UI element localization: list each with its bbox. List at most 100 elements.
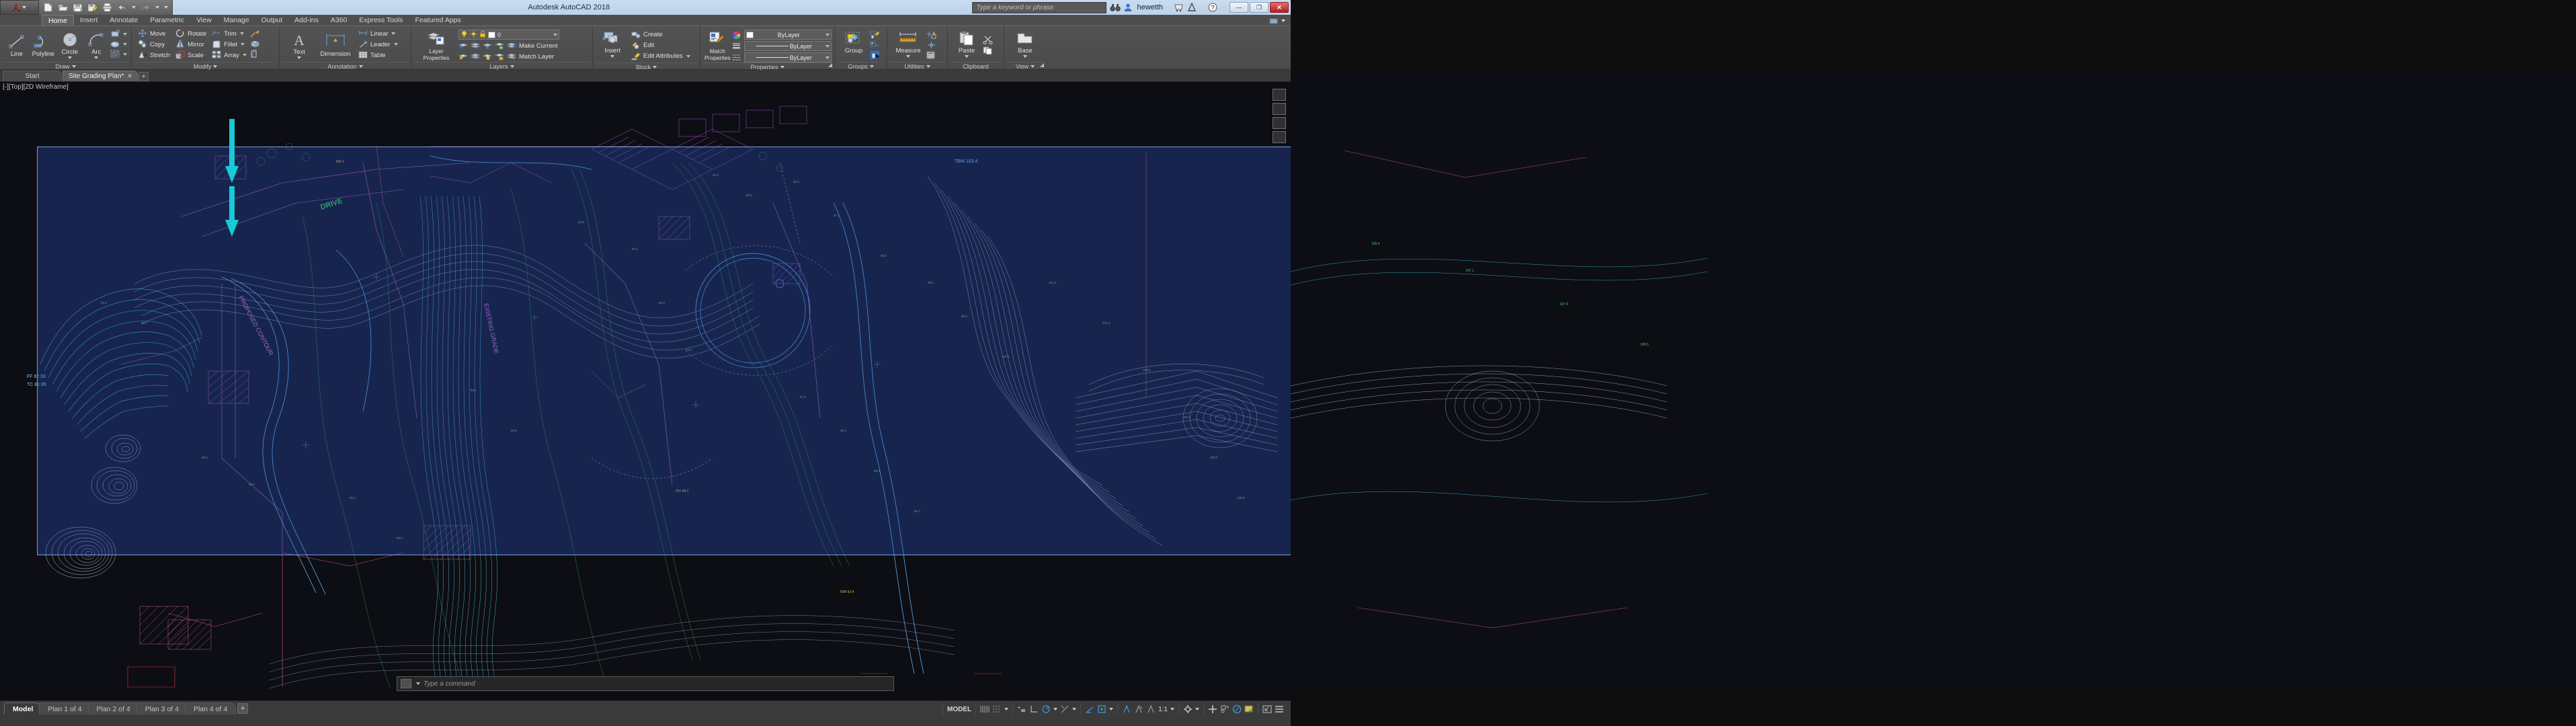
infocenter-expand-icon[interactable] [965, 5, 968, 9]
search-input[interactable]: Type a keyword or phrase [972, 2, 1106, 13]
lineweight-chevron-icon[interactable] [826, 45, 830, 48]
panel-title-utilities[interactable]: Utilities [889, 62, 945, 70]
customization-icon[interactable] [1275, 704, 1284, 714]
redo-icon[interactable] [140, 3, 151, 12]
base-dropdown-icon[interactable] [1023, 55, 1027, 58]
command-expand-icon[interactable] [416, 682, 420, 685]
workspace-dropdown-icon[interactable] [1195, 708, 1199, 711]
arc-dropdown-icon[interactable] [94, 56, 98, 59]
make-current-icon[interactable] [507, 41, 517, 50]
tab-output[interactable]: Output [255, 15, 289, 26]
autoscale-icon[interactable] [1134, 704, 1143, 714]
clean-screen-icon[interactable] [1244, 704, 1254, 714]
layer-isolate-icon[interactable] [458, 41, 469, 50]
panel-title-draw[interactable]: Draw [2, 62, 129, 70]
pan-icon[interactable] [1273, 103, 1286, 115]
paste-button[interactable]: Paste [952, 28, 981, 58]
rectangle-dropdown-icon[interactable] [123, 33, 127, 36]
snap-dropdown-icon[interactable] [1004, 708, 1008, 711]
object-snap-tracking-icon[interactable] [1060, 704, 1070, 714]
tab-a360[interactable]: A360 [325, 15, 354, 26]
properties-dialog-launcher-icon[interactable]: ◢ [828, 61, 832, 69]
tab-annotate[interactable]: Annotate [104, 15, 144, 26]
trim-dropdown-icon[interactable] [240, 32, 244, 35]
panel-title-layers[interactable]: Layers [413, 62, 590, 70]
selection-cycling-icon[interactable] [1232, 704, 1242, 714]
orbit-icon[interactable] [1273, 131, 1286, 143]
user-account-icon[interactable] [1123, 3, 1133, 12]
panel-title-clipboard[interactable]: Clipboard [950, 62, 1002, 70]
tab-addins[interactable]: Add-ins [288, 15, 325, 26]
layer-off-icon[interactable] [471, 41, 481, 50]
dimension-button[interactable]: Dimension [316, 32, 355, 58]
layer-properties-button[interactable]: LayerProperties [415, 28, 457, 61]
layer-thaw-all-icon[interactable] [483, 52, 493, 61]
tab-featured-apps[interactable]: Featured Apps [409, 15, 467, 26]
ungroup-icon[interactable] [870, 40, 880, 50]
paste-dropdown-icon[interactable] [965, 55, 969, 58]
panel-title-modify[interactable]: Modify [134, 62, 277, 70]
edit-attributes-button[interactable]: Edit Attributes [629, 51, 692, 61]
autodesk-app-store-icon[interactable] [1174, 3, 1184, 12]
layer-unlock-icon[interactable] [495, 52, 505, 61]
workspace-switching-icon[interactable] [1183, 704, 1193, 714]
hatch-dropdown-icon[interactable] [123, 53, 127, 56]
search-binoculars-icon[interactable] [1110, 3, 1120, 12]
circle-dropdown-icon[interactable] [68, 56, 72, 59]
edit-attributes-dropdown-icon[interactable] [686, 55, 690, 58]
linear-dropdown-icon[interactable] [391, 32, 395, 35]
text-dropdown-icon[interactable] [297, 56, 301, 59]
tab-view[interactable]: View [190, 15, 218, 26]
grid-display-icon[interactable] [980, 704, 990, 714]
table-button[interactable]: Table [356, 50, 400, 61]
measure-dropdown-icon[interactable] [906, 55, 910, 58]
layout-tab-plan-4[interactable]: Plan 4 of 4 [185, 702, 236, 715]
layout-tab-plan-1[interactable]: Plan 1 of 4 [39, 702, 90, 715]
annotation-scale-sync-icon[interactable] [1146, 704, 1156, 714]
mirror-button[interactable]: Mirror [173, 40, 208, 50]
hardware-acceleration-icon[interactable] [1208, 704, 1217, 714]
panel-title-view[interactable]: View ◢ [1006, 62, 1044, 70]
rotate-button[interactable]: Rotate [173, 29, 208, 39]
start-tab[interactable]: Start [3, 71, 62, 81]
group-button[interactable]: Group [839, 28, 869, 54]
object-snap-icon[interactable] [1097, 704, 1106, 714]
fullscreen-icon[interactable] [1262, 704, 1272, 714]
new-icon[interactable] [43, 3, 53, 12]
scale-button[interactable]: Scale [173, 50, 208, 61]
application-menu-button[interactable]: A [0, 0, 39, 15]
insert-block-button[interactable]: Insert [597, 28, 628, 58]
3d-edit-icon[interactable] [250, 40, 260, 49]
array-button[interactable]: Array [210, 50, 249, 61]
insert-dropdown-icon[interactable] [610, 55, 614, 58]
quick-select-icon[interactable] [926, 30, 936, 40]
undo-dropdown-icon[interactable] [132, 6, 136, 9]
view-dialog-launcher-icon[interactable]: ◢ [1040, 61, 1044, 69]
annotation-scale-dropdown-icon[interactable] [1170, 708, 1174, 711]
polar-tracking-icon[interactable] [1041, 704, 1051, 714]
stay-connected-icon[interactable] [1187, 3, 1197, 12]
linear-dimension-button[interactable]: Linear [356, 29, 400, 39]
help-dropdown-icon[interactable] [1221, 6, 1225, 9]
calculator-icon[interactable] [926, 50, 936, 60]
layer-lock-icon[interactable] [495, 41, 505, 50]
offset-icon[interactable] [250, 50, 260, 59]
text-button[interactable]: A Text [284, 30, 315, 59]
ellipse-dropdown-icon[interactable] [123, 43, 127, 46]
fillet-dropdown-icon[interactable] [241, 43, 245, 46]
explode-icon[interactable] [250, 30, 260, 39]
steering-wheel-icon[interactable] [1273, 89, 1286, 101]
osnap-dropdown-icon[interactable] [1109, 708, 1113, 711]
save-icon[interactable] [73, 3, 83, 12]
cut-icon[interactable] [983, 36, 993, 45]
osnap-tracking-dropdown-icon[interactable] [1072, 708, 1076, 711]
new-layout-button[interactable]: + [237, 703, 248, 714]
hatch-icon[interactable] [110, 50, 120, 59]
tab-manage[interactable]: Manage [218, 15, 255, 26]
annotation-visibility-icon[interactable] [1122, 704, 1131, 714]
polar-dropdown-icon[interactable] [1053, 708, 1057, 711]
layer-freeze-icon[interactable] [483, 41, 493, 50]
command-history-icon[interactable] [401, 679, 411, 688]
dynamic-ucs-icon[interactable] [1085, 704, 1094, 714]
linetype-combo[interactable]: ByLayer [744, 52, 832, 63]
